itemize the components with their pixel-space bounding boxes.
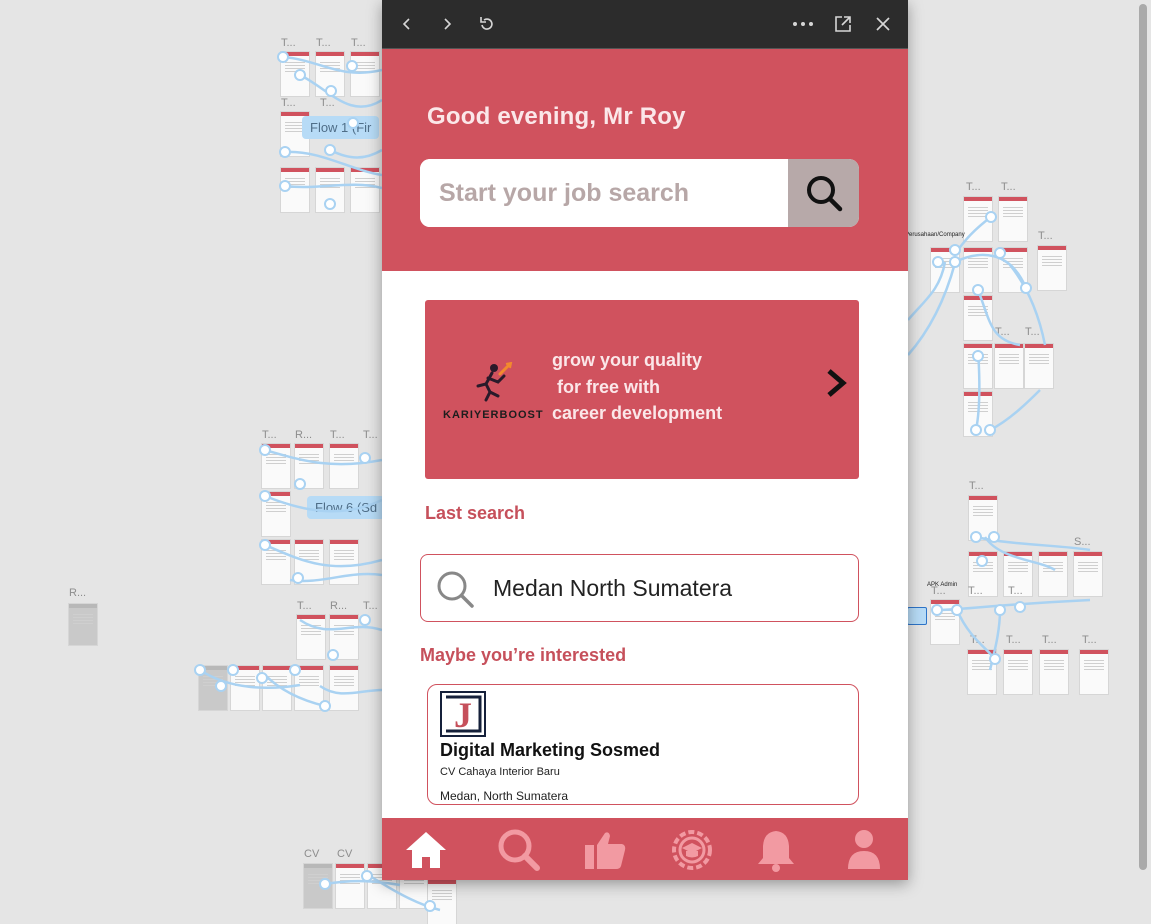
job-title: Digital Marketing Sosmed (440, 740, 661, 760)
nav-profile[interactable] (840, 826, 888, 874)
close-icon[interactable] (871, 12, 895, 36)
search-icon (498, 829, 540, 871)
nav-recommendations[interactable] (581, 826, 629, 874)
search-icon (437, 571, 474, 608)
home-icon (406, 832, 446, 868)
job-company: CV Cahaya Interior Baru (440, 766, 560, 778)
bell-icon (758, 831, 794, 872)
open-external-icon[interactable] (831, 12, 855, 36)
running-person-icon (476, 361, 513, 402)
back-icon[interactable] (395, 12, 419, 36)
last-search-title: Last search (425, 503, 526, 523)
bottom-navigation (382, 818, 908, 880)
prototype-preview-window: Good evening, Mr Roy KARIYERBOOST grow y… (382, 0, 908, 880)
company-logo-letter: J (454, 695, 472, 735)
nav-home[interactable] (402, 826, 450, 874)
recommendations-title: Maybe you’re interested (420, 645, 627, 665)
forward-icon[interactable] (435, 12, 459, 36)
job-search-input[interactable] (420, 159, 786, 227)
more-icon[interactable] (791, 12, 815, 36)
greeting-text: Good evening, Mr Roy (427, 103, 686, 130)
nav-notifications[interactable] (752, 826, 800, 874)
search-button[interactable] (788, 159, 859, 227)
nav-search[interactable] (495, 826, 543, 874)
nav-career[interactable] (668, 826, 716, 874)
career-development-banner[interactable]: KARIYERBOOST grow your quality for free … (425, 300, 859, 479)
company-logo: J (440, 691, 486, 737)
chevron-right-icon[interactable] (825, 368, 849, 403)
banner-text: grow your quality for free with career d… (552, 350, 723, 423)
last-search-item[interactable]: Medan North Sumatera (420, 554, 859, 622)
search-icon (806, 176, 842, 212)
reload-icon[interactable] (475, 12, 499, 36)
home-header: Good evening, Mr Roy (382, 49, 908, 271)
thumbs-up-icon (585, 832, 626, 869)
job-card[interactable]: J Digital Marketing Sosmed CV Cahaya Int… (427, 684, 859, 805)
job-search-bar (420, 159, 859, 227)
profile-icon (848, 830, 880, 869)
canvas-scrollbar[interactable] (1139, 4, 1147, 870)
job-location: Medan, North Sumatera (440, 789, 569, 803)
kariyerboost-logo: KARIYERBOOST (443, 361, 544, 421)
last-search-query: Medan North Sumatera (493, 575, 733, 601)
career-badge-icon (672, 830, 712, 870)
logo-text: KARIYERBOOST (443, 409, 544, 421)
window-titlebar (382, 0, 908, 49)
